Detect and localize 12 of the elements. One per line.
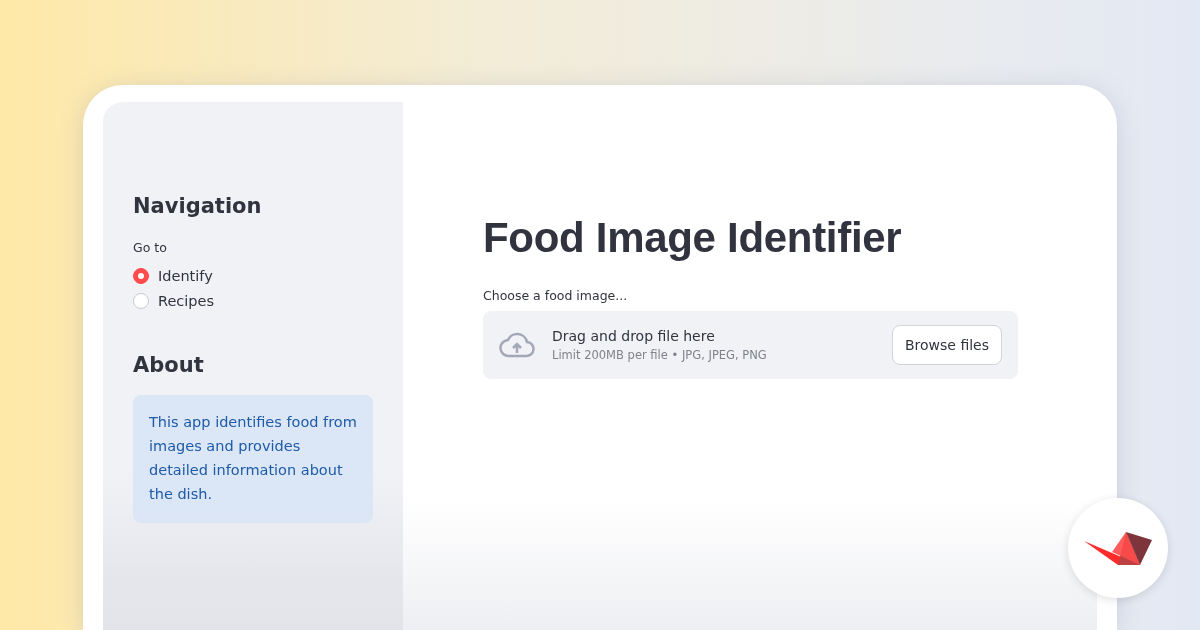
upload-dropzone[interactable]: Drag and drop file here Limit 200MB per file • JPG, JPEG, PNG Browse files	[483, 311, 1018, 379]
about-title: About	[133, 353, 204, 377]
dropzone-instructions: Drag and drop file here	[552, 328, 715, 344]
info-box: This app identifies food from images and provides detailed information about the dish.	[133, 395, 373, 523]
radio-label: Go to	[133, 240, 167, 255]
file-limits: Limit 200MB per file • JPG, JPEG, PNG	[552, 348, 767, 362]
uploader-label: Choose a food image...	[483, 288, 628, 303]
radio-option[interactable]: Recipes	[133, 288, 215, 313]
page-title: Food Image Identifier	[483, 214, 902, 262]
radio-option[interactable]: Identify	[133, 263, 213, 288]
browse-files-button[interactable]: Browse files	[891, 325, 1002, 365]
sidebar-title: Navigation	[133, 194, 262, 218]
